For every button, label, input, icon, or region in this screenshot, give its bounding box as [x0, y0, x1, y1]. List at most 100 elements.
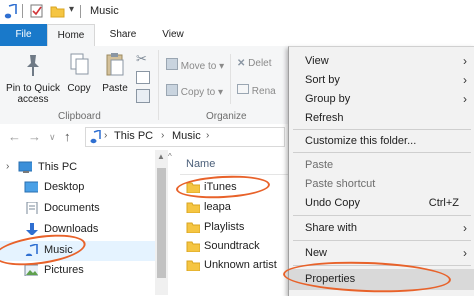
menu-label: Undo Copy — [305, 197, 361, 209]
breadcrumb-music[interactable]: Music — [172, 130, 201, 142]
menu-item-group-by[interactable]: Group by › — [289, 90, 474, 109]
menu-item-paste-shortcut[interactable]: Paste shortcut — [289, 175, 474, 194]
recent-locations-chevron-icon[interactable]: ∨ — [49, 132, 56, 143]
menu-label: Share with — [305, 222, 357, 234]
menu-item-view[interactable]: View › — [289, 52, 474, 71]
up-arrow-icon[interactable]: ↑ — [64, 129, 71, 144]
menu-item-customize-folder[interactable]: Customize this folder... — [289, 132, 474, 151]
submenu-arrow-icon: › — [463, 54, 467, 68]
title-divider — [22, 4, 23, 18]
breadcrumb-chevron-icon[interactable]: › — [206, 130, 209, 141]
rename-button[interactable]: Rena — [237, 84, 276, 97]
tab-home[interactable]: Home — [47, 24, 95, 47]
nav-item-this-pc[interactable]: › This PC — [0, 158, 155, 178]
title-bar: ▾ Music — [0, 0, 474, 24]
menu-item-new[interactable]: New › — [289, 244, 474, 263]
documents-icon — [26, 202, 38, 214]
chevron-down-icon[interactable]: ▾ — [69, 4, 74, 15]
folder-icon — [186, 202, 200, 213]
scroll-up-icon[interactable]: ▲ — [157, 152, 165, 161]
nav-item-desktop[interactable]: Desktop — [0, 178, 155, 198]
delete-button[interactable]: ✕ Delet — [237, 58, 272, 69]
copy-button[interactable]: Copy — [64, 52, 94, 94]
chevron-down-icon: ▾ — [219, 61, 225, 72]
move-to-button[interactable]: Move to ▾ — [166, 58, 224, 72]
paste-button[interactable]: Paste — [100, 52, 130, 94]
menu-separator — [293, 152, 471, 153]
submenu-arrow-icon: › — [463, 73, 467, 87]
menu-item-paste[interactable]: Paste — [289, 156, 474, 175]
tab-share[interactable]: Share — [101, 24, 145, 46]
file-name: Playlists — [204, 221, 245, 233]
music-note-icon — [4, 4, 17, 19]
menu-label: Group by — [305, 93, 351, 105]
paste-icon — [106, 53, 124, 76]
menu-label: Refresh — [305, 112, 344, 124]
properties-check-icon[interactable] — [30, 4, 44, 19]
breadcrumb-chevron-icon[interactable]: › — [104, 130, 107, 141]
download-arrow-icon — [26, 223, 38, 235]
window-title: Music — [90, 5, 119, 17]
delete-label: Delet — [248, 58, 272, 69]
copy-label: Copy — [67, 83, 91, 94]
file-list: ^ Name iTunes leapa Playlists Soundtrack… — [168, 150, 288, 295]
breadcrumb-chevron-icon[interactable]: › — [161, 130, 164, 141]
menu-separator — [293, 215, 471, 216]
paste-label: Paste — [102, 83, 128, 94]
nav-label: Downloads — [44, 223, 99, 235]
submenu-arrow-icon: › — [463, 92, 467, 106]
chevron-down-icon: ▾ — [218, 87, 224, 98]
navigation-pane: › This PC Desktop Documents Downloads Mu… — [0, 150, 157, 295]
nav-label: This PC — [38, 161, 78, 173]
menu-separator — [293, 240, 471, 241]
sort-up-icon: ^ — [168, 152, 172, 161]
menu-item-undo-copy[interactable]: Undo Copy Ctrl+Z — [289, 194, 474, 213]
folder-icon — [186, 241, 200, 252]
menu-label: Paste shortcut — [305, 178, 376, 190]
nav-label: Desktop — [44, 181, 85, 193]
folder-icon — [186, 260, 200, 271]
menu-item-share-with[interactable]: Share with › — [289, 219, 474, 238]
rename-label: Rena — [251, 86, 276, 97]
scrollbar-thumb[interactable] — [157, 168, 166, 278]
title-separator — [80, 5, 81, 18]
tab-view[interactable]: View — [151, 24, 195, 46]
menu-label: Paste — [305, 159, 334, 171]
tab-file[interactable]: File — [0, 24, 47, 46]
copy-icon — [70, 53, 89, 75]
move-to-icon — [166, 58, 178, 70]
menu-label: Sort by — [305, 74, 340, 86]
pin-to-quick-access-button[interactable]: Pin to Quick access — [4, 52, 62, 105]
move-to-label: Move to — [180, 61, 217, 72]
menu-label: Customize this folder... — [305, 135, 417, 147]
address-bar[interactable]: › This PC › Music › — [85, 127, 285, 147]
paste-shortcut-icon[interactable] — [136, 89, 150, 103]
column-header-name[interactable]: Name — [186, 158, 215, 170]
ribbon-tabs: File Home Share View — [0, 24, 474, 47]
expand-chevron-icon[interactable]: › — [6, 161, 9, 172]
nav-item-documents[interactable]: Documents — [0, 199, 155, 219]
menu-label: New — [305, 247, 328, 259]
copy-to-button[interactable]: Copy to ▾ — [166, 84, 223, 98]
copy-path-icon[interactable] — [136, 71, 150, 84]
copy-to-label: Copy to — [180, 87, 216, 98]
file-name: leapa — [204, 201, 231, 213]
menu-item-sort-by[interactable]: Sort by › — [289, 71, 474, 90]
nav-label: Pictures — [44, 264, 84, 276]
group-separator — [158, 50, 159, 120]
submenu-arrow-icon: › — [463, 246, 467, 260]
file-name: Soundtrack — [204, 240, 260, 252]
cut-icon[interactable]: ✂ — [136, 51, 147, 67]
forward-arrow-icon[interactable]: → — [28, 129, 41, 144]
pin-icon — [27, 55, 39, 76]
group-separator — [230, 54, 231, 104]
breadcrumb-this-pc[interactable]: This PC — [114, 130, 153, 142]
music-note-icon — [90, 130, 101, 144]
menu-item-refresh[interactable]: Refresh — [289, 109, 474, 128]
back-arrow-icon[interactable]: ← — [8, 129, 21, 144]
new-folder-icon[interactable] — [50, 4, 65, 19]
computer-icon — [18, 161, 32, 173]
delete-icon: ✕ — [237, 58, 246, 69]
file-name: Unknown artist — [204, 259, 277, 271]
nav-pane-scrollbar[interactable]: ▲ — [155, 150, 168, 295]
